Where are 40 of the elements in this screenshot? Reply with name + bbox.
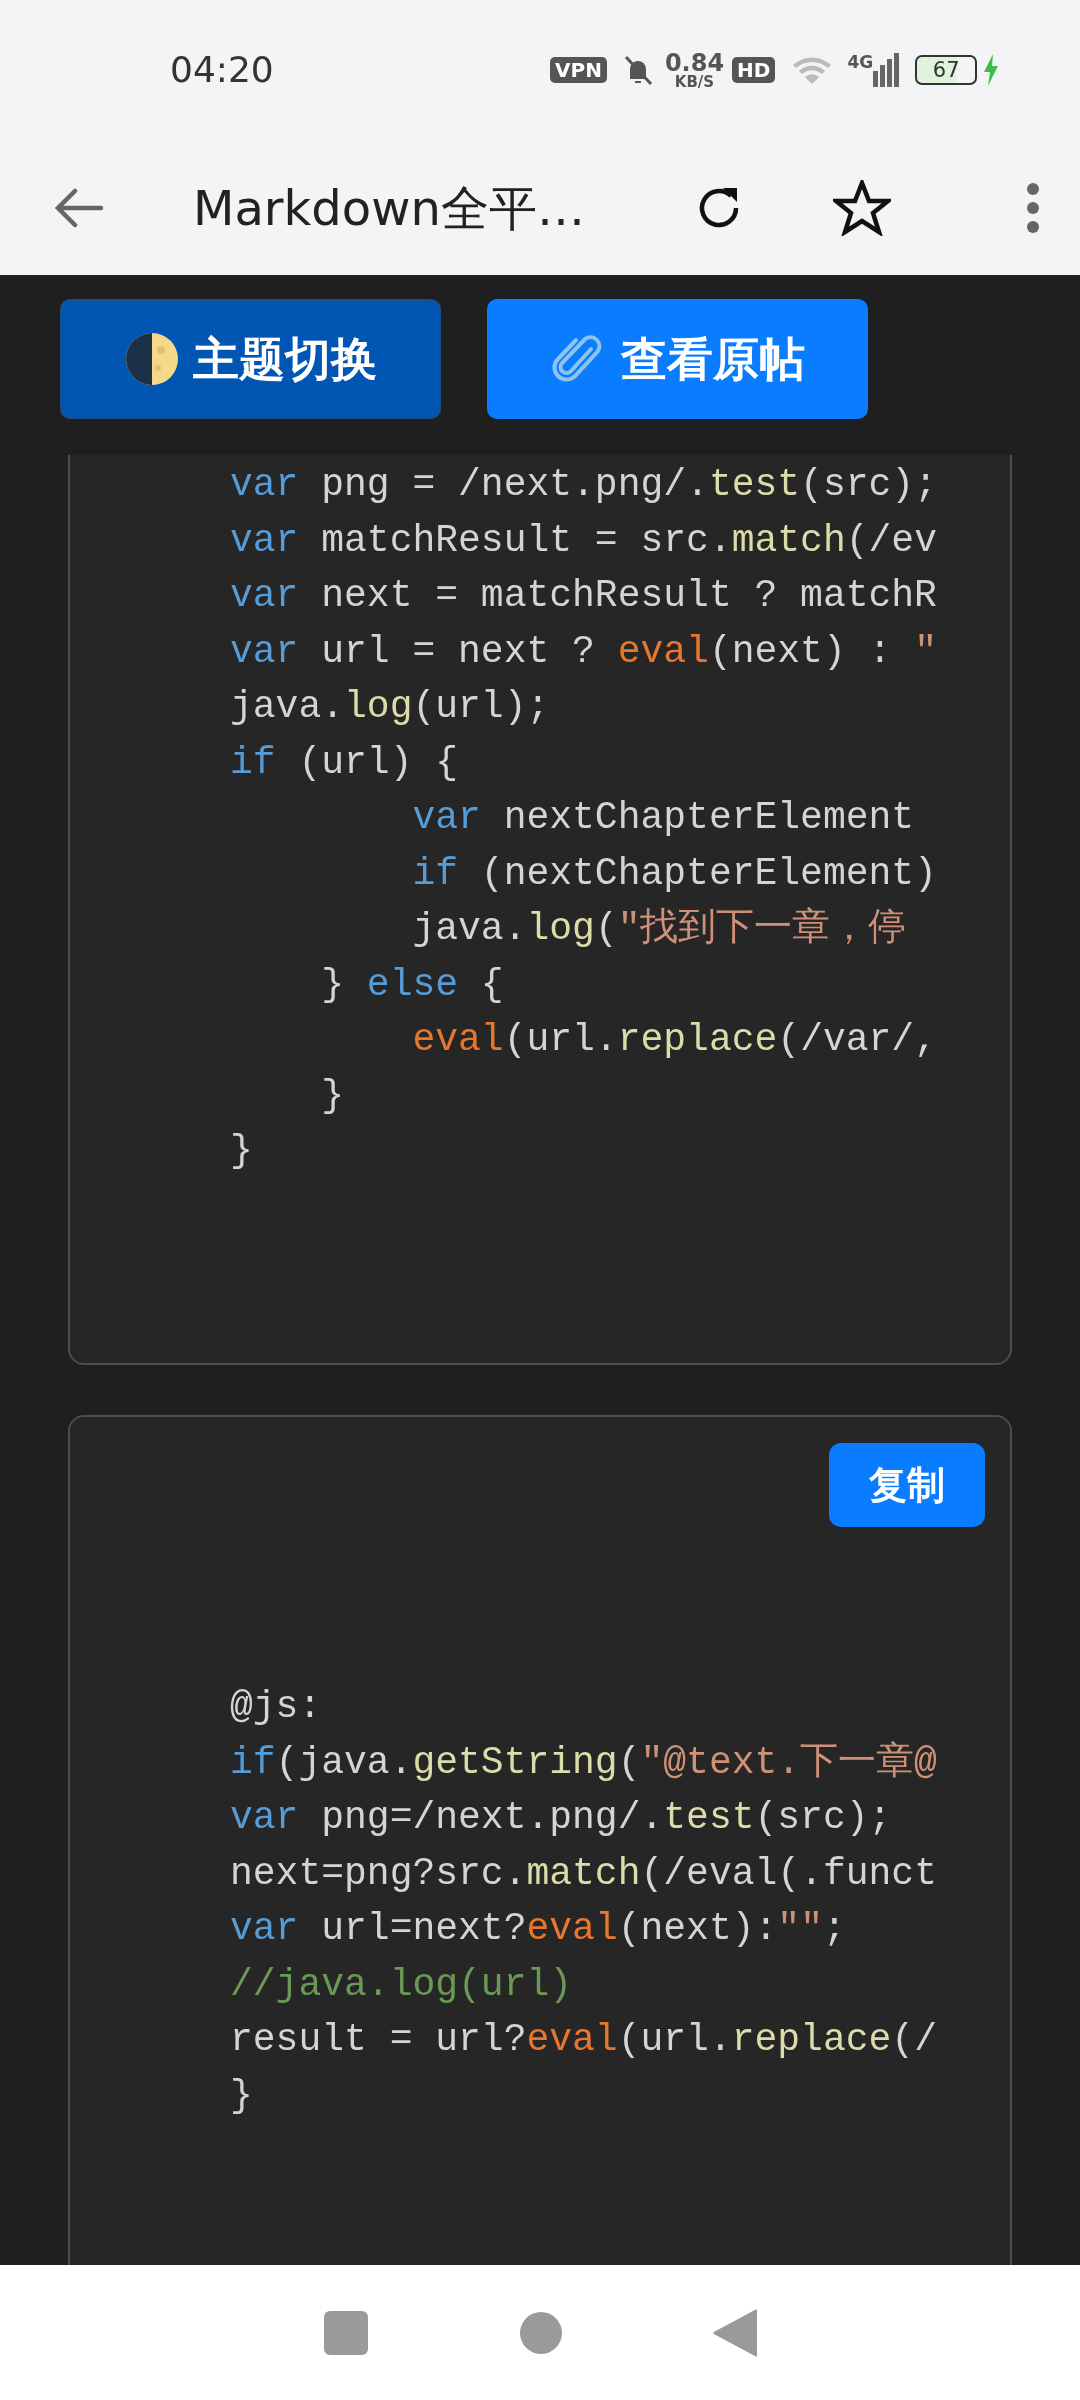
view-original-button[interactable]: 查看原帖 (487, 299, 868, 419)
code-line: result = url?eval(url.replace(/ (229, 2017, 937, 2063)
code-line: var matchResult = src.match(/ev (229, 517, 937, 564)
page-title: Markdown全平… (193, 178, 586, 238)
star-icon[interactable] (833, 179, 891, 236)
signal-icon (873, 53, 900, 87)
code-line: @js: (229, 1684, 322, 1730)
code-line: if (url) { (229, 739, 459, 786)
code-line: var png = /next.png/.test(src); (229, 462, 937, 508)
half-moon-icon (124, 332, 179, 386)
back-arrow-icon[interactable] (55, 187, 103, 228)
network-type: 4G (847, 51, 874, 75)
battery-level: 67 (915, 55, 978, 85)
network-speed: 0.84 (664, 50, 725, 75)
recent-apps-icon[interactable] (323, 2309, 369, 2356)
code-line: java.log(url); (229, 684, 550, 730)
code-line: next=png?src.match(/eval(.funct (229, 1850, 937, 1897)
speed-unit: KB/S (674, 74, 715, 90)
code-line: if(java.getString("@text.下一章@ (229, 1739, 937, 1786)
copy-button[interactable]: 复制 (829, 1443, 985, 1527)
code-line: //java.log(url) (229, 1961, 573, 2008)
code-line: } (229, 1128, 253, 1174)
back-icon[interactable] (713, 2308, 757, 2357)
code-line: } (320, 1072, 345, 1119)
hd-indicator: HD (732, 57, 776, 83)
theme-toggle-button[interactable]: 主题切换 (60, 299, 441, 419)
code-line: var url = next ? eval(next) : " (229, 628, 937, 675)
more-options-icon[interactable] (1026, 181, 1040, 234)
code-line: if (nextChapterElement) (411, 850, 937, 897)
code-line: var next = matchResult ? matchR (229, 573, 937, 619)
code-line: eval(url.replace(/var/, (411, 1017, 937, 1063)
code-line: } else { (320, 961, 504, 1008)
code-line: java.log("找到下一章，停 (411, 906, 907, 952)
clock-time: 04:20 (170, 48, 275, 92)
home-icon[interactable] (519, 2310, 563, 2355)
vpn-indicator: VPN (550, 57, 607, 83)
code-line: var png=/next.png/.test(src); (229, 1795, 892, 1841)
code-line: } (229, 2072, 253, 2119)
code-line: var url=next?eval(next):""; (229, 1906, 846, 1952)
code-line: var nextChapterElement (411, 795, 915, 841)
